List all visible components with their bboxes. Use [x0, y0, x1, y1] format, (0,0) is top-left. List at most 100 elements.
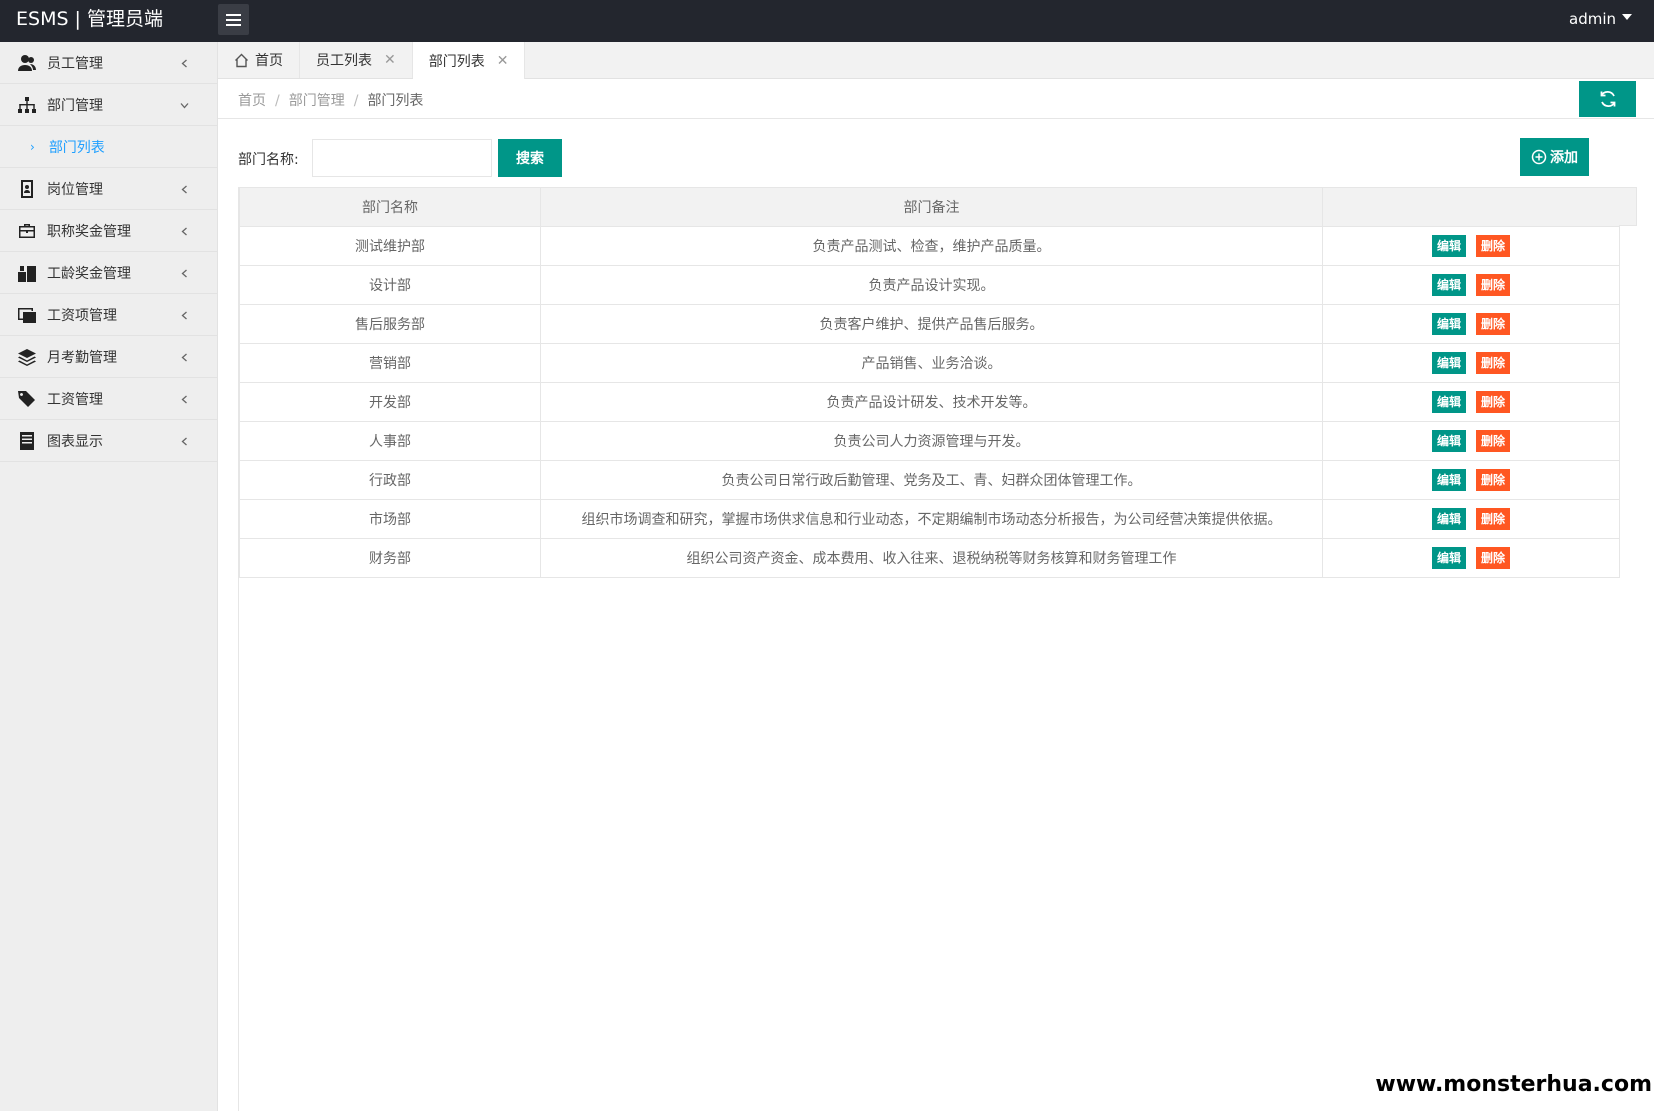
edit-button[interactable]: 编辑: [1432, 508, 1466, 530]
add-button[interactable]: 添加: [1520, 138, 1589, 176]
sidebar-item-employee[interactable]: 员工管理: [0, 42, 217, 84]
department-name-cell: 营销部: [239, 343, 541, 383]
department-name-cell: 售后服务部: [239, 304, 541, 344]
delete-button[interactable]: 删除: [1476, 469, 1510, 491]
chevron-left-icon: [180, 350, 189, 362]
sidebar-item-charts[interactable]: 图表显示: [0, 420, 217, 462]
department-remark-cell: 负责公司日常行政后勤管理、党务及工、青、妇群众团体管理工作。: [540, 460, 1323, 500]
department-name-cell: 市场部: [239, 499, 541, 539]
actions-cell: 编辑 删除: [1322, 304, 1620, 344]
refresh-icon: [1600, 90, 1615, 108]
table-row: 开发部 负责产品设计研发、技术开发等。 编辑 删除: [239, 382, 1620, 422]
scrollbar-gutter: [1619, 187, 1637, 226]
actions-cell: 编辑 删除: [1322, 226, 1620, 266]
department-name-cell: 行政部: [239, 460, 541, 500]
actions-cell: 编辑 删除: [1322, 499, 1620, 539]
menu-toggle-button[interactable]: [218, 4, 249, 35]
sidebar-item-attendance[interactable]: 月考勤管理: [0, 336, 217, 378]
table-row: 售后服务部 负责客户维护、提供产品售后服务。 编辑 删除: [239, 304, 1620, 344]
home-icon: [234, 53, 249, 68]
edit-button[interactable]: 编辑: [1432, 313, 1466, 335]
column-header-remark[interactable]: 部门备注: [540, 187, 1323, 227]
delete-button[interactable]: 删除: [1476, 235, 1510, 257]
chevron-left-icon: [180, 392, 189, 404]
actions-cell: 编辑 删除: [1322, 421, 1620, 461]
app-logo: ESMS | 管理员端: [16, 8, 163, 30]
top-header: ESMS | 管理员端 admin: [0, 0, 1654, 42]
department-name-input[interactable]: [312, 139, 492, 177]
sidebar-item-position[interactable]: 岗位管理: [0, 168, 217, 210]
tab-employee-list[interactable]: 员工列表 ✕: [300, 42, 413, 78]
sidebar-item-label: 图表显示: [47, 433, 103, 450]
department-remark-cell: 负责客户维护、提供产品售后服务。: [540, 304, 1323, 344]
sidebar-item-seniority-bonus[interactable]: 工龄奖金管理: [0, 252, 217, 294]
username: admin: [1569, 10, 1616, 28]
refresh-button[interactable]: [1579, 81, 1636, 117]
department-name-cell: 测试维护部: [239, 226, 541, 266]
close-icon[interactable]: ✕: [384, 52, 396, 68]
actions-cell: 编辑 删除: [1322, 382, 1620, 422]
delete-button[interactable]: 删除: [1476, 508, 1510, 530]
breadcrumb-item-department[interactable]: 部门管理: [289, 93, 345, 109]
id-card-icon: [16, 178, 38, 200]
delete-button[interactable]: 删除: [1476, 547, 1510, 569]
tab-label: 部门列表: [428, 53, 485, 70]
money-icon: [16, 304, 38, 326]
delete-button[interactable]: 删除: [1476, 274, 1510, 296]
chevron-left-icon: [180, 182, 189, 194]
edit-button[interactable]: 编辑: [1432, 430, 1466, 452]
watermark: www.monsterhua.com: [1375, 1072, 1652, 1097]
sidebar-item-label: 工资项管理: [47, 307, 117, 324]
user-menu[interactable]: admin: [1569, 0, 1632, 38]
delete-button[interactable]: 删除: [1476, 313, 1510, 335]
sidebar-item-title-bonus[interactable]: 职称奖金管理: [0, 210, 217, 252]
close-icon[interactable]: ✕: [497, 53, 509, 69]
actions-cell: 编辑 删除: [1322, 265, 1620, 305]
table-row: 市场部 组织市场调查和研究，掌握市场供求信息和行业动态，不定期编制市场动态分析报告…: [239, 499, 1620, 539]
department-remark-cell: 组织公司资产资金、成本费用、收入往来、退税纳税等财务核算和财务管理工作: [540, 538, 1323, 578]
chevron-left-icon: [180, 224, 189, 236]
department-remark-cell: 负责产品测试、检查，维护产品质量。: [540, 226, 1323, 266]
sidebar-item-label: 员工管理: [47, 55, 103, 72]
sidebar-item-salary[interactable]: 工资管理: [0, 378, 217, 420]
delete-button[interactable]: 删除: [1476, 391, 1510, 413]
actions-cell: 编辑 删除: [1322, 343, 1620, 383]
tab-department-list[interactable]: 部门列表 ✕: [412, 42, 526, 79]
search-button[interactable]: 搜索: [498, 139, 562, 177]
briefcase-icon: [16, 220, 38, 242]
department-name-cell: 开发部: [239, 382, 541, 422]
delete-button[interactable]: 删除: [1476, 430, 1510, 452]
sidebar-item-department[interactable]: 部门管理: [0, 84, 217, 126]
chevron-left-icon: [180, 308, 189, 320]
sidebar: 员工管理 部门管理 › 部门列表 岗位管理 职称奖金管理 工龄奖金管理 工资项管…: [0, 42, 218, 1111]
hamburger-icon: [226, 13, 241, 16]
edit-button[interactable]: 编辑: [1432, 274, 1466, 296]
sidebar-subitem-label: 部门列表: [48, 139, 105, 156]
sidebar-subitem-department-list[interactable]: › 部门列表: [0, 126, 217, 168]
edit-button[interactable]: 编辑: [1432, 235, 1466, 257]
chevron-left-icon: [180, 434, 189, 446]
column-header-name[interactable]: 部门名称: [239, 187, 541, 227]
search-label: 部门名称:: [238, 152, 299, 168]
sidebar-item-salary-item[interactable]: 工资项管理: [0, 294, 217, 336]
tab-home[interactable]: 首页: [218, 42, 300, 78]
department-remark-cell: 组织市场调查和研究，掌握市场供求信息和行业动态，不定期编制市场动态分析报告，为公…: [540, 499, 1323, 539]
delete-button[interactable]: 删除: [1476, 352, 1510, 374]
department-name-cell: 财务部: [239, 538, 541, 578]
edit-button[interactable]: 编辑: [1432, 547, 1466, 569]
department-name-cell: 设计部: [239, 265, 541, 305]
edit-button[interactable]: 编辑: [1432, 352, 1466, 374]
chevron-left-icon: [180, 56, 189, 68]
building-icon: [16, 262, 38, 284]
edit-button[interactable]: 编辑: [1432, 391, 1466, 413]
edit-button[interactable]: 编辑: [1432, 469, 1466, 491]
breadcrumb-bar: 首页 / 部门管理 / 部门列表: [218, 79, 1654, 119]
table-row: 设计部 负责产品设计实现。 编辑 删除: [239, 265, 1620, 305]
tags-icon: [16, 388, 38, 410]
breadcrumb: 首页 / 部门管理 / 部门列表: [238, 93, 424, 109]
breadcrumb-item-home[interactable]: 首页: [238, 93, 266, 109]
table-row: 测试维护部 负责产品测试、检查，维护产品质量。 编辑 删除: [239, 226, 1620, 266]
add-button-label: 添加: [1550, 150, 1578, 166]
chevron-left-icon: [180, 266, 189, 278]
sidebar-item-label: 部门管理: [47, 97, 103, 114]
